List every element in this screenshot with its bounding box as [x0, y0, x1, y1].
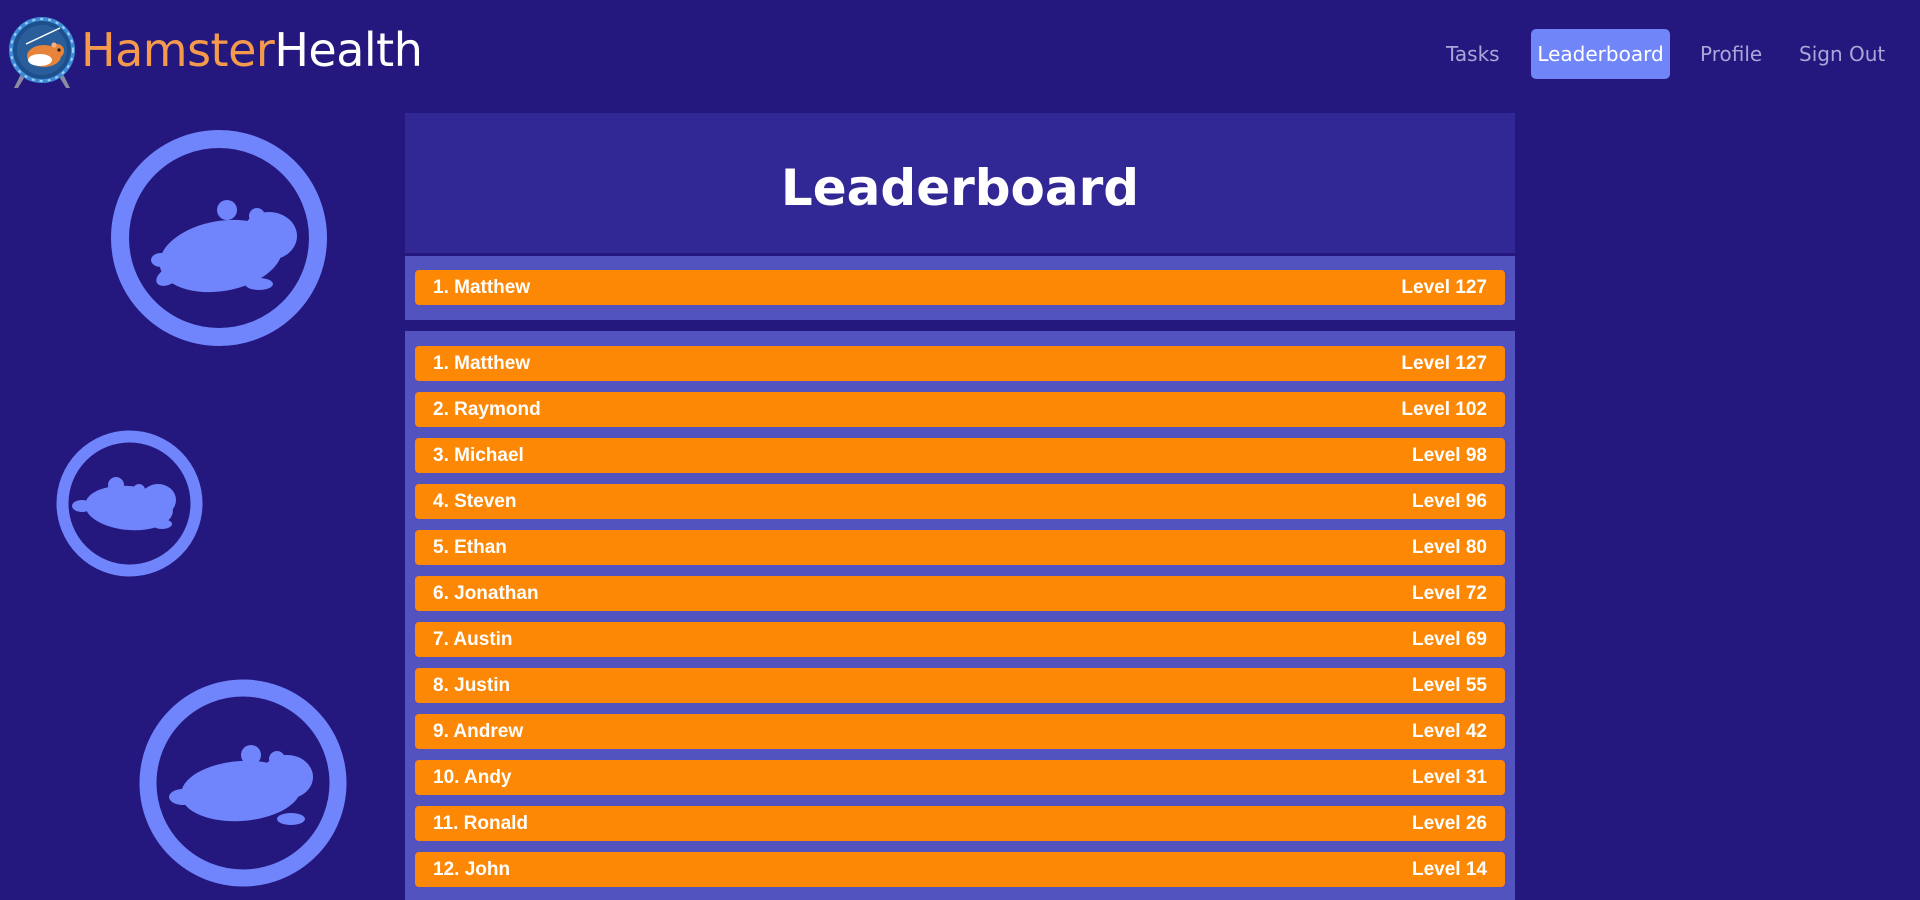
nav-leaderboard[interactable]: Leaderboard: [1531, 29, 1670, 79]
player-level: Level 42: [1412, 721, 1487, 742]
player-name: 5. Ethan: [433, 537, 507, 558]
player-name: 8. Justin: [433, 675, 511, 696]
player-name: 3. Michael: [433, 445, 524, 466]
player-level: Level 127: [1401, 277, 1487, 298]
player-level: Level 80: [1412, 537, 1487, 558]
nav-sign-out[interactable]: Sign Out: [1799, 29, 1885, 79]
player-name: 7. Austin: [433, 629, 513, 650]
hamster-wheel-icon: [109, 128, 329, 348]
leaderboard-row: 8. Justin Level 55: [415, 668, 1505, 703]
player-name: 2. Raymond: [433, 399, 541, 420]
current-user-row: 1. Matthew Level 127: [415, 270, 1505, 305]
leaderboard-row: 10. Andy Level 31: [415, 760, 1505, 795]
player-name: 10. Andy: [433, 767, 512, 788]
player-name: 4. Steven: [433, 491, 517, 512]
player-name: 11. Ronald: [433, 813, 529, 834]
player-level: Level 102: [1401, 399, 1487, 420]
leaderboard-row: 1. Matthew Level 127: [415, 346, 1505, 381]
brand-part-health: Health: [274, 23, 423, 77]
nav-profile[interactable]: Profile: [1700, 29, 1762, 79]
brand-wordmark[interactable]: HamsterHealth: [81, 18, 423, 82]
leaderboard-row: 2. Raymond Level 102: [415, 392, 1505, 427]
player-name: 12. John: [433, 859, 511, 880]
player-level: Level 98: [1412, 445, 1487, 466]
player-name: 1. Matthew: [433, 353, 531, 374]
leaderboard-row: 9. Andrew Level 42: [415, 714, 1505, 749]
leaderboard-row: 12. John Level 14: [415, 852, 1505, 887]
leaderboard-row: 4. Steven Level 96: [415, 484, 1505, 519]
leaderboard-row: 11. Ronald Level 26: [415, 806, 1505, 841]
player-level: Level 72: [1412, 583, 1487, 604]
player-level: Level 69: [1412, 629, 1487, 650]
hamster-wheel-icon: [54, 428, 205, 579]
player-level: Level 96: [1412, 491, 1487, 512]
player-level: Level 14: [1412, 859, 1487, 880]
brand-part-hamster: Hamster: [81, 23, 275, 77]
page-title: Leaderboard: [780, 159, 1140, 217]
player-level: Level 127: [1401, 353, 1487, 374]
player-level: Level 55: [1412, 675, 1487, 696]
player-level: Level 31: [1412, 767, 1487, 788]
player-name: 6. Jonathan: [433, 583, 539, 604]
hamster-wheel-logo-icon[interactable]: [4, 14, 80, 90]
player-name: 1. Matthew: [433, 277, 531, 298]
leaderboard-header: Leaderboard: [405, 113, 1515, 253]
leaderboard-row: 7. Austin Level 69: [415, 622, 1505, 657]
nav-tasks[interactable]: Tasks: [1446, 29, 1501, 79]
player-name: 9. Andrew: [433, 721, 524, 742]
leaderboard-row: 3. Michael Level 98: [415, 438, 1505, 473]
leaderboard-row: 6. Jonathan Level 72: [415, 576, 1505, 611]
player-level: Level 26: [1412, 813, 1487, 834]
hamster-wheel-icon: [139, 679, 347, 887]
leaderboard-row: 5. Ethan Level 80: [415, 530, 1505, 565]
